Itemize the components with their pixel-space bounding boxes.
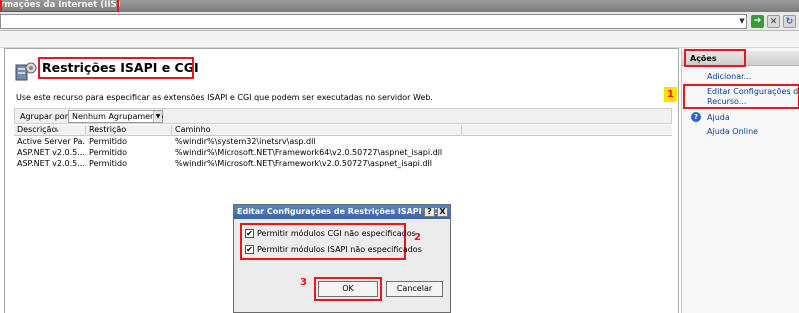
- go-icon[interactable]: ➜: [751, 15, 764, 28]
- column-header-path[interactable]: Caminho: [172, 125, 462, 136]
- column-header-filler: [462, 125, 672, 136]
- address-dropdown-icon[interactable]: ▼: [738, 15, 746, 28]
- help-online-link[interactable]: Ajuda Online: [707, 127, 758, 136]
- table-row[interactable]: Active Server Pa... Permitido %windir%\s…: [14, 136, 672, 147]
- group-by-label: Agrupar por:: [20, 112, 71, 121]
- page-description: Use este recurso para especificar as ext…: [16, 93, 433, 102]
- cell-description: ASP.NET v2.0.5...: [17, 148, 85, 157]
- help-link[interactable]: Ajuda: [707, 113, 730, 122]
- cell-path: %windir%\system32\inetsrv\asp.dll: [175, 137, 316, 146]
- allow-cgi-label: Permitir módulos CGI não especificados: [257, 229, 416, 238]
- column-header-description[interactable]: Descrição ▲: [14, 125, 86, 136]
- allow-cgi-checkbox[interactable]: ✔: [245, 229, 254, 238]
- group-by-select[interactable]: Nenhum Agrupamento ▼: [68, 110, 163, 123]
- cell-path: %windir%\Microsoft.NET\Framework\v2.0.50…: [175, 159, 432, 168]
- annotation-box-actions: [684, 49, 746, 67]
- window-titlebar: rmações da Internet (IIS): [0, 0, 799, 13]
- dialog-close-button[interactable]: X: [437, 207, 448, 217]
- allow-cgi-checkbox-row[interactable]: ✔ Permitir módulos CGI não especificados: [245, 229, 416, 239]
- table-row[interactable]: ASP.NET v2.0.5... Permitido %windir%\Mic…: [14, 158, 672, 169]
- edit-feature-settings-link-line2[interactable]: Recurso...: [707, 97, 746, 106]
- address-bar: ▼ ➜ ✕ ↻: [0, 12, 799, 31]
- sort-ascending-icon: ▲: [54, 126, 59, 133]
- chevron-down-icon[interactable]: ▼: [153, 111, 162, 122]
- cell-description: ASP.NET v2.0.5...: [17, 159, 85, 168]
- annotation-box-page-title: [38, 57, 194, 79]
- table-row[interactable]: ASP.NET v2.0.5... Permitido %windir%\Mic…: [14, 147, 672, 158]
- edit-feature-settings-link[interactable]: Editar Configurações de: [707, 87, 799, 96]
- allow-isapi-label: Permitir módulos ISAPI não especificados: [257, 245, 422, 254]
- add-link[interactable]: Adicionar...: [707, 72, 751, 81]
- dialog-help-button[interactable]: ?: [424, 207, 435, 217]
- allow-isapi-checkbox-row[interactable]: ✔ Permitir módulos ISAPI não especificado…: [245, 245, 422, 255]
- server-extensions-icon: [15, 62, 37, 81]
- toolbar-strip: [0, 31, 799, 48]
- dialog-title: Editar Configurações de Restrições ISAPI…: [234, 205, 450, 219]
- refresh-icon[interactable]: ↻: [783, 15, 796, 28]
- stop-icon[interactable]: ✕: [767, 15, 780, 28]
- cell-restriction: Permitido: [89, 148, 127, 157]
- ok-button[interactable]: OK: [318, 281, 378, 297]
- help-icon: ?: [691, 112, 701, 122]
- table-header: Descrição ▲ Restrição Caminho: [14, 125, 672, 136]
- group-by-value: Nenhum Agrupamento: [72, 112, 164, 121]
- edit-settings-dialog: Editar Configurações de Restrições ISAPI…: [233, 204, 451, 313]
- group-by-bar: Agrupar por: Nenhum Agrupamento ▼: [14, 108, 672, 124]
- column-header-restriction[interactable]: Restrição: [86, 125, 172, 136]
- cell-restriction: Permitido: [89, 159, 127, 168]
- cell-restriction: Permitido: [89, 137, 127, 146]
- annotation-number-3: 3: [300, 277, 307, 288]
- annotation-number-2: 2: [414, 232, 421, 243]
- extensions-table: Descrição ▲ Restrição Caminho Active Ser…: [14, 125, 672, 169]
- actions-pane: Ações Adicionar... Editar Configurações …: [681, 48, 799, 313]
- annotation-number-1: 1: [664, 87, 677, 102]
- address-input[interactable]: [0, 14, 747, 29]
- allow-isapi-checkbox[interactable]: ✔: [245, 245, 254, 254]
- cancel-button[interactable]: Cancelar: [386, 281, 443, 297]
- cell-path: %windir%\Microsoft.NET\Framework64\v2.0.…: [175, 148, 443, 157]
- cell-description: Active Server Pa...: [17, 137, 86, 146]
